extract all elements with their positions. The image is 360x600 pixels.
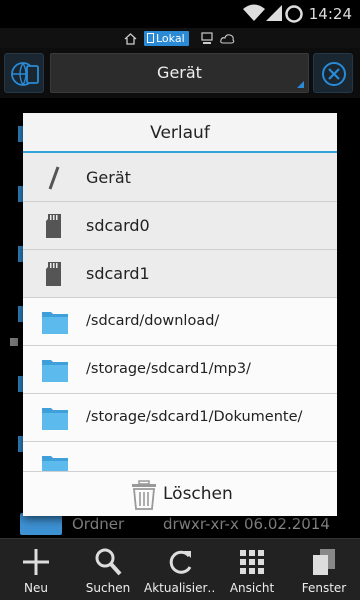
clear-history-label: Löschen bbox=[163, 484, 233, 504]
search-button[interactable]: Suchen bbox=[72, 539, 144, 600]
new-button[interactable]: Neu bbox=[0, 539, 72, 600]
split-screen-icon bbox=[11, 62, 39, 86]
location-selector[interactable]: Gerät bbox=[50, 53, 309, 93]
search-button-label: Suchen bbox=[85, 581, 131, 595]
search-icon bbox=[95, 548, 122, 576]
new-button-label: Neu bbox=[24, 581, 48, 595]
history-item-label: sdcard0 bbox=[86, 216, 150, 235]
plus-icon bbox=[23, 549, 49, 575]
folder-icon bbox=[42, 408, 68, 430]
sdcard-icon bbox=[147, 33, 154, 43]
view-button[interactable]: Ansicht bbox=[216, 539, 288, 600]
refresh-button[interactable]: Aktualisier… bbox=[144, 539, 216, 600]
windows-button-label: Fenster bbox=[301, 581, 347, 595]
dialog-title: Verlauf bbox=[23, 113, 337, 153]
file-icon bbox=[10, 338, 18, 346]
row-date: 06.02.2014 bbox=[244, 515, 330, 533]
dropdown-corner-icon bbox=[297, 81, 304, 88]
computer-icon[interactable] bbox=[201, 31, 213, 46]
sdcard-icon bbox=[46, 214, 61, 238]
wifi-icon bbox=[243, 4, 265, 21]
dialog-footer: Löschen bbox=[23, 471, 337, 516]
close-icon bbox=[322, 62, 346, 86]
history-dialog: Verlauf Gerät sdcard0 sdcard1 /sdcard/do… bbox=[23, 113, 337, 516]
windows-icon bbox=[313, 549, 335, 575]
slash-icon bbox=[48, 166, 60, 190]
trash-icon bbox=[132, 480, 156, 510]
refresh-icon bbox=[169, 550, 192, 574]
row-type: Ordner bbox=[72, 515, 125, 533]
history-item-download[interactable]: /sdcard/download/ bbox=[23, 298, 337, 346]
refresh-button-label: Aktualisier… bbox=[144, 581, 216, 595]
history-list[interactable]: Gerät sdcard0 sdcard1 /sdcard/download/ … bbox=[23, 154, 337, 471]
history-item-sdcard0[interactable]: sdcard0 bbox=[23, 202, 337, 250]
history-item-sdcard1[interactable]: sdcard1 bbox=[23, 250, 337, 298]
status-time: 14:24 bbox=[308, 5, 352, 23]
history-item-label: /sdcard/download/ bbox=[86, 313, 220, 329]
history-item-dokumente[interactable]: /storage/sdcard1/Dokumente/ bbox=[23, 394, 337, 442]
view-button-label: Ansicht bbox=[229, 581, 275, 595]
close-button[interactable] bbox=[313, 53, 353, 93]
row-permissions: drwxr-xr-x bbox=[163, 515, 239, 533]
history-item-partial[interactable] bbox=[23, 442, 337, 471]
location-tab-local[interactable]: Lokal bbox=[144, 31, 189, 46]
cloud-icon[interactable] bbox=[220, 31, 235, 46]
bottom-action-bar: Neu Suchen Aktualisier… Ansicht Fenster bbox=[0, 538, 360, 600]
location-selector-label: Gerät bbox=[157, 63, 202, 82]
home-icon[interactable] bbox=[124, 31, 137, 46]
history-item-label: /storage/sdcard1/mp3/ bbox=[86, 361, 251, 377]
circle-icon bbox=[285, 5, 303, 23]
folder-icon bbox=[42, 360, 68, 382]
grid-icon bbox=[240, 550, 264, 574]
clear-history-button[interactable]: Löschen bbox=[130, 480, 240, 510]
sdcard-icon bbox=[46, 262, 61, 286]
history-item-label: Gerät bbox=[86, 168, 131, 187]
status-bar: 14:24 bbox=[0, 0, 360, 28]
location-tab-label: Lokal bbox=[156, 32, 185, 45]
windows-button[interactable]: Fenster bbox=[288, 539, 360, 600]
location-bar: Lokal bbox=[0, 28, 360, 48]
signal-icon bbox=[266, 5, 282, 21]
history-item-label: /storage/sdcard1/Dokumente/ bbox=[86, 409, 303, 425]
history-item-mp3[interactable]: /storage/sdcard1/mp3/ bbox=[23, 346, 337, 394]
history-item-label: sdcard1 bbox=[86, 264, 150, 283]
folder-icon bbox=[42, 456, 68, 471]
folder-icon bbox=[42, 312, 68, 334]
screen: 14:24 Lokal Gerät Ordner drwxr-xr-x 06.0… bbox=[0, 0, 360, 600]
history-item-device[interactable]: Gerät bbox=[23, 154, 337, 202]
folder-icon bbox=[20, 513, 62, 535]
split-screen-button[interactable] bbox=[4, 53, 44, 93]
toolbar: Gerät bbox=[0, 48, 360, 98]
